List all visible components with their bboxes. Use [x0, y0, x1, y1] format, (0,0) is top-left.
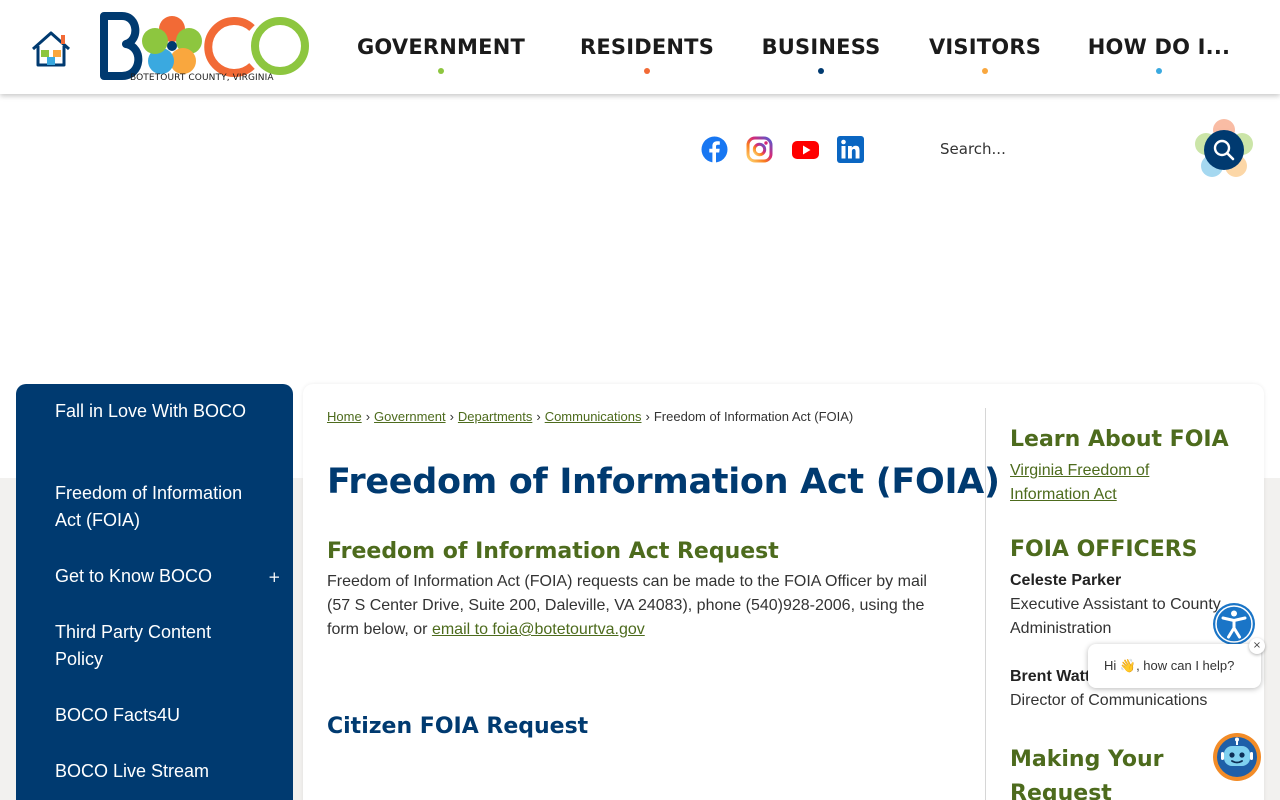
facebook-icon[interactable]	[701, 136, 728, 163]
officer-name: Celeste Parker	[1010, 572, 1122, 589]
breadcrumb-current: Freedom of Information Act (FOIA)	[653, 409, 854, 424]
logo-tagline: BOTETOURT COUNTY, VIRGINIA	[130, 73, 274, 83]
nav-visitors[interactable]: VISITORS	[890, 0, 1080, 94]
nav-dot	[818, 68, 824, 74]
linkedin-icon[interactable]	[837, 136, 864, 163]
sidebar-item-third-party[interactable]: Third Party Content Policy	[55, 619, 255, 673]
breadcrumb-departments[interactable]: Departments	[458, 409, 532, 424]
main-nav: GOVERNMENT RESIDENTS BUSINESS VISITORS H…	[340, 0, 1238, 94]
main-content: Home › Government › Departments › Communicatio…	[303, 384, 1264, 800]
officer-name: Brent Watts	[1010, 668, 1100, 685]
site-header: BOTETOURT COUNTY, VIRGINIA GOVERNMENT RE…	[0, 0, 1280, 94]
sidebar-nav: Fall in Love With BOCO Freedom of Inform…	[16, 384, 293, 800]
nav-dot	[438, 68, 444, 74]
sidebar-item-facts4u[interactable]: BOCO Facts4U	[55, 702, 255, 729]
breadcrumb-home[interactable]: Home	[327, 409, 362, 424]
sidebar-expand-toggle[interactable]: +	[268, 568, 281, 586]
foia-officers-heading: FOIA OFFICERS	[1010, 537, 1198, 562]
instagram-icon[interactable]	[746, 136, 773, 163]
making-request-heading: Making Your Request	[1010, 747, 1164, 800]
search-input[interactable]	[930, 131, 1185, 167]
youtube-icon[interactable]	[792, 136, 819, 163]
breadcrumb-government[interactable]: Government	[374, 409, 446, 424]
learn-about-foia-heading: Learn About FOIA	[1010, 427, 1229, 452]
close-icon[interactable]: ×	[1249, 638, 1265, 654]
home-icon[interactable]	[30, 30, 72, 68]
foia-email-link[interactable]: email to foia@botetourtva.gov	[432, 621, 645, 638]
page-title: Freedom of Information Act (FOIA)	[327, 462, 1000, 502]
nav-government[interactable]: GOVERNMENT	[340, 0, 542, 94]
virginia-foia-link[interactable]: Virginia Freedom of Information Act	[1010, 459, 1210, 507]
nav-dot	[644, 68, 650, 74]
citizen-foia-request-heading: Citizen FOIA Request	[327, 714, 589, 739]
column-divider	[985, 408, 986, 800]
nav-business[interactable]: BUSINESS	[752, 0, 890, 94]
sidebar-item-fall-in-love[interactable]: Fall in Love With BOCO	[55, 398, 255, 425]
foia-request-heading: Freedom of Information Act Request	[327, 539, 779, 564]
nav-dot	[982, 68, 988, 74]
breadcrumb-communications[interactable]: Communications	[545, 409, 642, 424]
nav-residents[interactable]: RESIDENTS	[542, 0, 752, 94]
nav-dot	[1156, 68, 1162, 74]
officer-role: Director of Communications	[1010, 692, 1208, 709]
sidebar-item-live-stream[interactable]: BOCO Live Stream	[55, 758, 255, 785]
foia-request-text: Freedom of Information Act (FOIA) reques…	[327, 573, 927, 638]
chatbot-icon[interactable]	[1212, 732, 1262, 782]
sidebar-item-get-to-know[interactable]: Get to Know BOCO	[55, 563, 255, 590]
chat-greeting-bubble[interactable]: Hi 👋, how can I help?	[1088, 644, 1261, 688]
search-button[interactable]	[1192, 118, 1256, 182]
sidebar-item-foia[interactable]: Freedom of Information Act (FOIA)	[55, 480, 255, 534]
nav-how-do-i[interactable]: HOW DO I...	[1080, 0, 1238, 94]
accessibility-icon[interactable]	[1212, 602, 1256, 646]
breadcrumb: Home › Government › Departments › Communicatio…	[327, 409, 854, 424]
